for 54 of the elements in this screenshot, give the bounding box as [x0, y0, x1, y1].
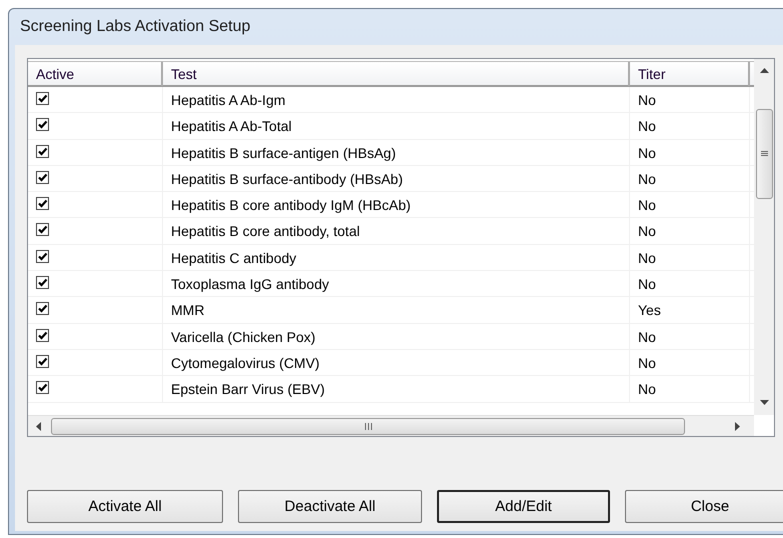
scroll-right-icon[interactable] — [735, 422, 740, 430]
table-cell: No — [630, 140, 750, 166]
table-cell: No — [630, 218, 750, 244]
checkbox[interactable] — [36, 144, 49, 158]
checkbox[interactable] — [36, 170, 49, 184]
table-cell: Hepatitis A Ab-Igm — [163, 87, 630, 113]
table-cell: No — [630, 192, 750, 218]
window-title: Screening Labs Activation Setup — [19, 17, 252, 37]
column-header[interactable]: Titer — [630, 62, 750, 86]
checkbox[interactable] — [36, 250, 49, 263]
grip-icon — [760, 151, 768, 157]
dialog-button[interactable]: Add/Edit — [437, 490, 610, 523]
table-cell: MMR — [163, 297, 630, 324]
table-cell: Hepatitis B core antibody, total — [163, 218, 630, 244]
checkbox[interactable] — [36, 328, 49, 342]
checkbox[interactable] — [36, 118, 49, 132]
table-cell: No — [630, 113, 750, 140]
table-cell: No — [630, 376, 750, 402]
checkbox[interactable] — [36, 354, 49, 368]
table-cell: No — [630, 324, 750, 350]
table-cell: No — [630, 350, 750, 376]
table-cell: Toxoplasma IgG antibody — [163, 271, 630, 298]
table-cell: Hepatitis A Ab-Total — [163, 113, 630, 140]
table-cell: No — [630, 271, 750, 298]
table-cell: Varicella (Chicken Pox) — [163, 324, 630, 350]
dialog-button[interactable]: Deactivate All — [238, 490, 422, 523]
scroll-thumb[interactable] — [756, 109, 772, 199]
table-cell: Hepatitis B surface-antibody (HBsAb) — [163, 166, 630, 192]
table-cell: Epstein Barr Virus (EBV) — [163, 376, 630, 402]
column-header[interactable]: Test — [163, 62, 630, 86]
table-cell: Hepatitis C antibody — [163, 244, 630, 271]
table-cell: Cytomegalovirus (CMV) — [163, 350, 630, 376]
checkbox[interactable] — [36, 223, 49, 236]
checkbox[interactable] — [36, 92, 49, 105]
table-cell: No — [630, 244, 750, 271]
scroll-up-icon[interactable] — [760, 68, 768, 73]
checkbox[interactable] — [36, 276, 49, 290]
table-cell: No — [630, 166, 750, 192]
table-cell: No — [630, 87, 750, 113]
table-cell: Hepatitis B surface-antigen (HBsAg) — [163, 140, 630, 166]
table-cell: Yes — [630, 297, 750, 324]
column-header[interactable]: Active — [28, 62, 163, 86]
dialog-button[interactable]: Activate All — [27, 490, 223, 523]
checkbox[interactable] — [36, 381, 49, 394]
vertical-scrollbar[interactable] — [754, 59, 774, 415]
scroll-left-icon[interactable] — [36, 422, 41, 430]
checkbox[interactable] — [36, 197, 49, 210]
dialog-button[interactable]: Close — [625, 490, 783, 523]
checkbox[interactable] — [36, 302, 49, 316]
table-cell: Hepatitis B core antibody IgM (HBcAb) — [163, 192, 630, 218]
scroll-thumb[interactable] — [51, 418, 685, 434]
horizontal-scrollbar[interactable] — [28, 415, 754, 436]
scroll-down-icon[interactable] — [760, 400, 768, 405]
grip-icon — [364, 422, 372, 430]
